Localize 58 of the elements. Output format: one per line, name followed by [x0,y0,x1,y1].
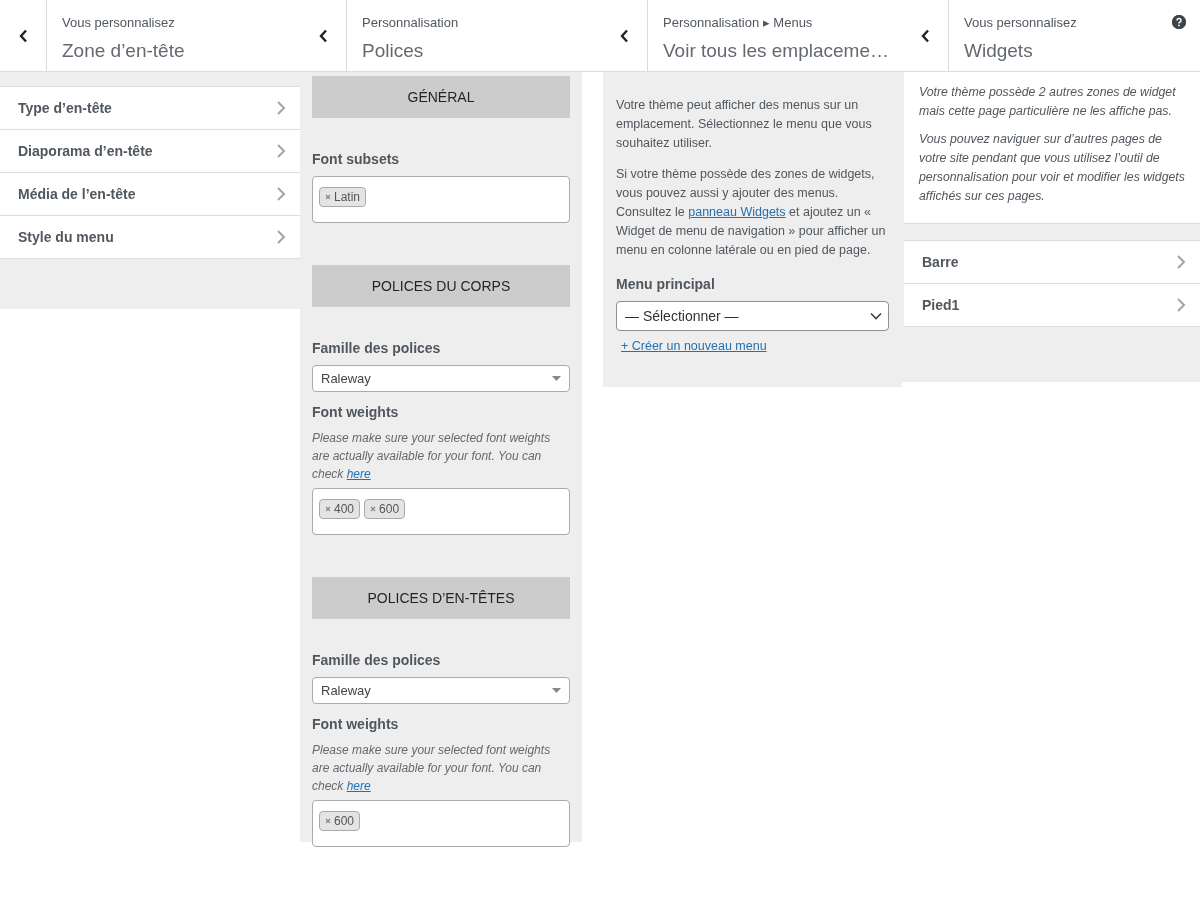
help-icon [1172,15,1186,29]
section-heading: POLICES DU CORPS [312,265,570,307]
chevron-right-icon [276,186,286,202]
field-label: Font weights [312,715,400,734]
section-item[interactable]: Style du menu [0,216,300,259]
chevron-right-icon [1176,297,1186,313]
help-button[interactable] [1172,15,1186,29]
section-item[interactable]: Média de l’en-tête [0,173,300,216]
chevron-down-icon [870,312,882,320]
field-label: Font weights [312,403,400,422]
font-family-select[interactable]: Raleway [312,365,570,392]
panel-breadcrumb: Vous personnalisez [62,14,176,32]
field-label: Font subsets [312,150,401,169]
widget-note: Vous pouvez naviguer sur d’autres pages de votre site pendant que vous utilisez l’outil de personnalisation pour voir et modifier les widgets affichés sur ces pages. [919,131,1185,205]
remove-icon [325,818,331,824]
panel-title: Zone d’en-tête [62,38,186,63]
field-label: Famille des polices [312,339,442,358]
create-menu-link[interactable]: + Créer un nouveau menu [621,337,767,356]
tag-chip[interactable]: 400 [319,499,361,519]
field-hint: Please make sure your selected font weights are actually available for your font. You can check here [312,742,552,795]
tag-chip[interactable]: Latin [319,187,367,207]
panel-breadcrumb: Vous personnalisez [964,14,1078,32]
panel-title: Voir tous les emplaceme… [663,38,890,63]
description-text: Votre thème peut afficher des menus sur un emplacement. Sélectionnez le menu que vous souhaitez utiliser. [616,97,873,152]
description-text: Si votre thème possède des zones de widgets, vous pouvez aussi y ajouter des menus. Consultez le panneau Widgets et ajoutez un « Widget de menu de navigation » pour afficher un menu en colonne latérale ou en pied de page. [616,166,887,259]
section-item[interactable]: Type d’en-tête [0,87,300,130]
dropdown-arrow-icon [552,376,561,381]
tag-input-field[interactable]: 600 [312,800,570,847]
tag-chip[interactable]: 600 [364,499,406,519]
font-family-select[interactable]: Raleway [312,677,570,704]
section-heading: POLICES D’EN-TÊTES [312,577,570,619]
panel-breadcrumb: Personnalisation ▸ Menus [663,14,814,32]
section-heading: GÉNÉRAL [312,76,570,118]
here-link[interactable]: here [346,467,371,481]
section-item[interactable]: Barre [904,241,1200,284]
section-item[interactable]: Diaporama d’en-tête [0,130,300,173]
chevron-right-icon [1176,254,1186,270]
tag-input-field[interactable]: 400 600 [312,488,570,535]
widget-note: Votre thème possède 2 autres zones de widget mais cette page particulière ne les affiche pas. [919,84,1177,120]
here-link[interactable]: here [346,779,371,793]
dropdown-arrow-icon [552,688,561,693]
chevron-right-icon [276,100,286,116]
field-label: Famille des polices [312,651,442,670]
widgets-panel-link[interactable]: panneau Widgets [688,205,786,219]
panel-title: Polices [362,38,425,63]
menu-select[interactable]: — Sélectionner — [616,301,889,331]
chevron-right-icon [276,143,286,159]
tag-chip[interactable]: 600 [319,811,361,831]
panel-breadcrumb: Personnalisation [362,14,460,32]
panel-title: Widgets [964,38,1034,63]
section-item[interactable]: Pied1 [904,284,1200,327]
remove-icon [370,506,377,512]
field-hint: Please make sure your selected font weights are actually available for your font. You can check here [312,430,552,483]
field-label: Menu principal [616,275,716,294]
chevron-right-icon [276,229,286,245]
tag-input-field[interactable]: Latin [312,176,570,223]
remove-icon [325,194,331,200]
remove-icon [325,506,331,512]
